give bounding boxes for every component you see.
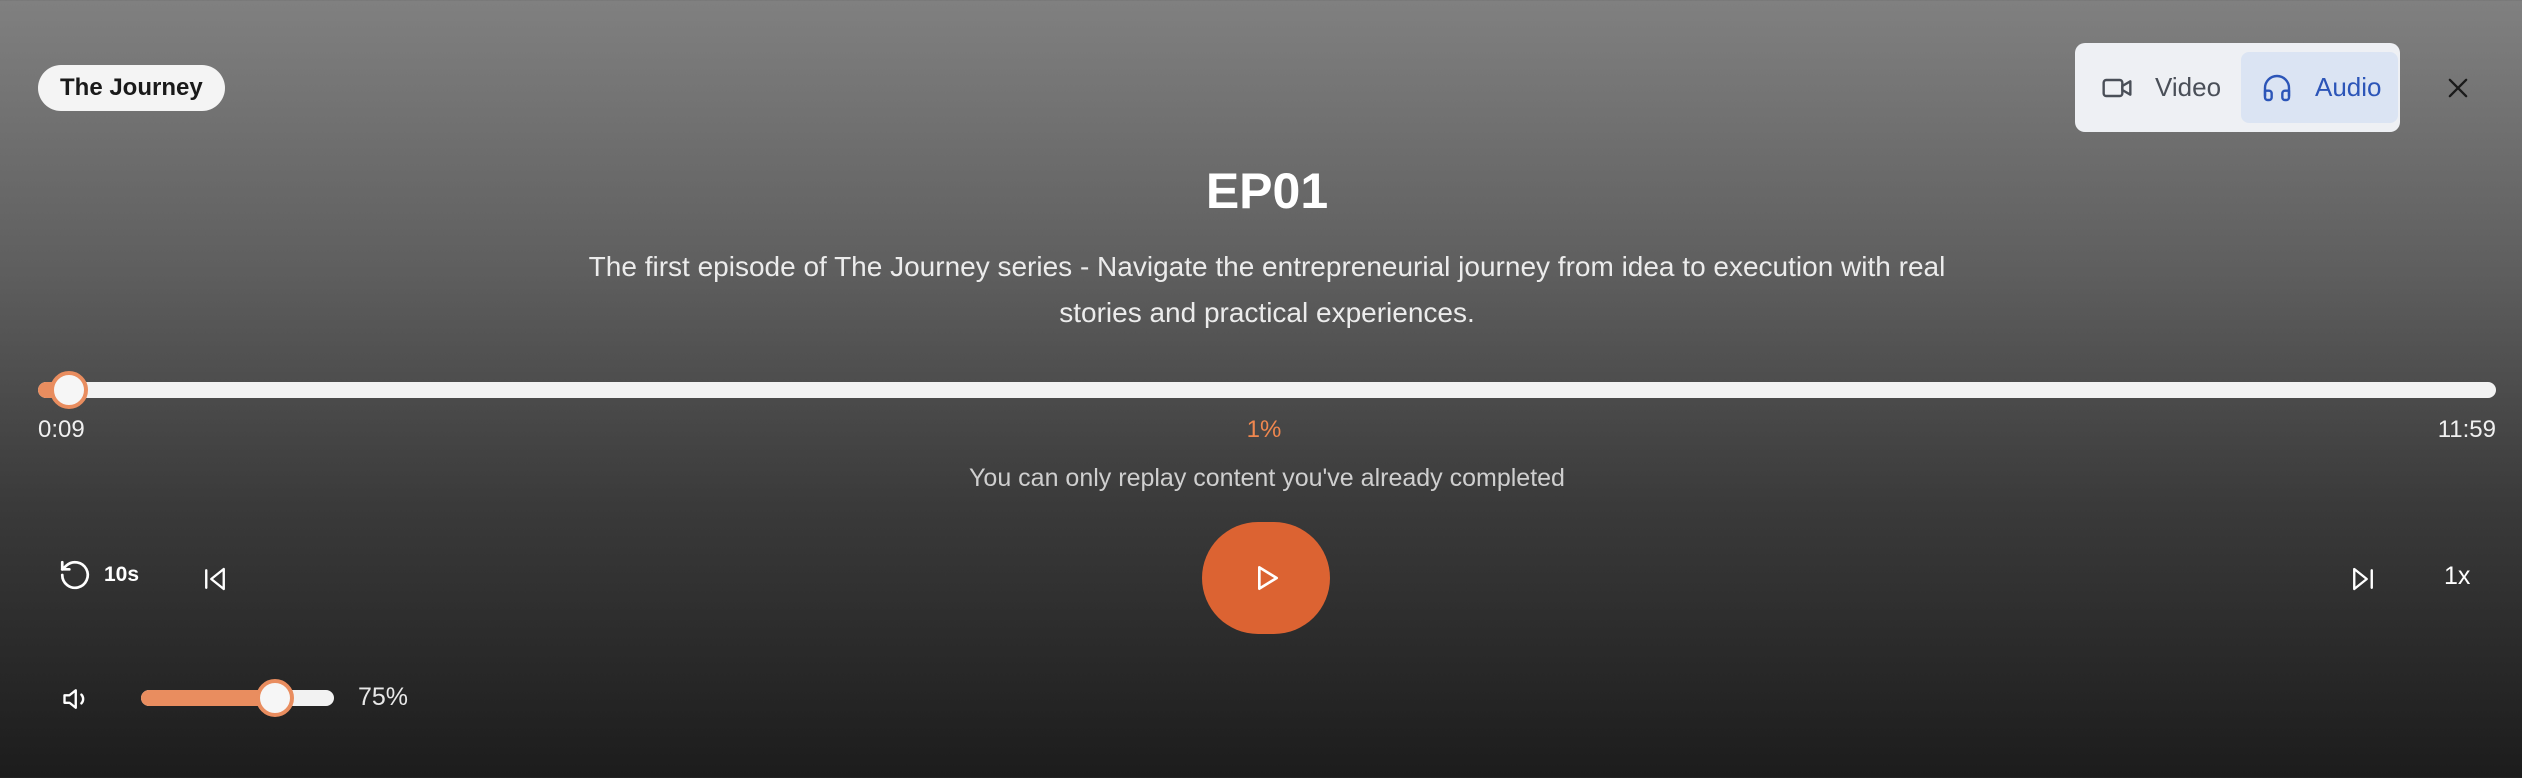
replay-restriction-note: You can only replay content you've alrea… [969, 464, 1565, 492]
progress-percent: 1% [1246, 416, 1282, 443]
headphones-icon [2263, 74, 2291, 101]
episode-description: The first episode of The Journey series … [588, 251, 1946, 328]
volume-icon [63, 689, 85, 709]
media-mode-toggle: Video Audio [2075, 43, 2400, 132]
video-mode-button[interactable]: Video [2081, 52, 2241, 123]
skip-back-icon [205, 567, 225, 591]
previous-track-button[interactable] [198, 562, 232, 596]
video-mode-label: Video [2155, 72, 2222, 102]
play-icon [1258, 566, 1278, 590]
close-icon [2448, 78, 2468, 98]
skip-forward-icon [2353, 567, 2373, 591]
video-camera-icon [2102, 78, 2132, 97]
playback-speed-button[interactable]: 1x [2444, 562, 2470, 591]
progress-handle[interactable] [50, 371, 88, 409]
play-button[interactable] [1202, 522, 1330, 634]
total-duration: 11:59 [2437, 416, 2496, 443]
series-badge: The Journey [38, 65, 225, 111]
audio-mode-label: Audio [2315, 72, 2382, 102]
volume-slider[interactable] [141, 690, 334, 706]
volume-percent: 75% [358, 683, 409, 711]
rewind-label: 10s [104, 563, 140, 586]
progress-bar[interactable] [38, 382, 2496, 398]
next-track-button[interactable] [2346, 562, 2380, 596]
mute-button[interactable] [60, 682, 94, 716]
audio-mode-button[interactable]: Audio [2241, 52, 2398, 123]
rotate-ccw-icon [60, 560, 90, 590]
volume-handle[interactable] [256, 679, 294, 717]
close-button[interactable] [2438, 68, 2478, 108]
rewind-10s-button[interactable]: 10s [58, 558, 139, 592]
episode-title: EP01 [1205, 163, 1329, 219]
